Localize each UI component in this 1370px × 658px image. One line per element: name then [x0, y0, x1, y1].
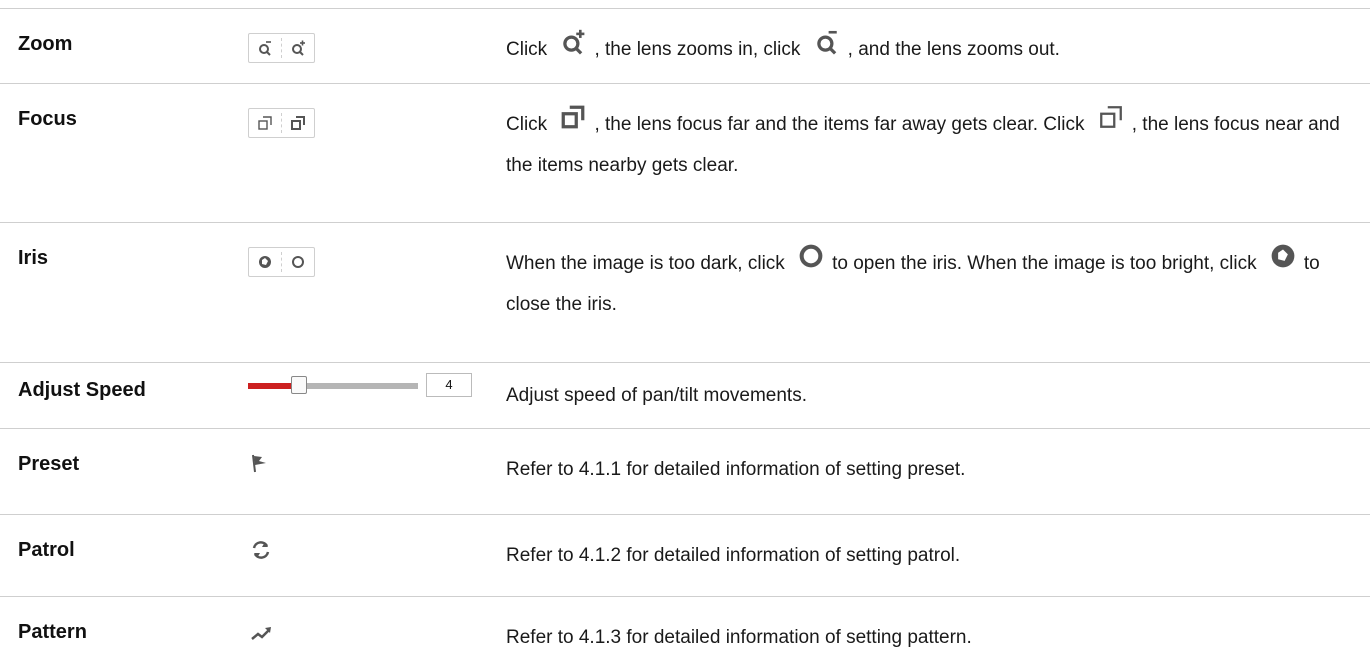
- table-row-patrol: Patrol Refer to 4.1.2 for detailed infor…: [0, 514, 1370, 597]
- zoom-in-icon: [560, 29, 586, 70]
- zoom-in-icon: [292, 40, 305, 56]
- speed-value-field[interactable]: 4: [426, 373, 472, 397]
- speed-slider[interactable]: 4: [248, 373, 472, 397]
- zoom-out-icon: [259, 41, 271, 56]
- patrol-button[interactable]: [250, 539, 272, 566]
- table-row-zoom: Zoom Click , the lens zooms in, click , …: [0, 8, 1370, 84]
- zoom-button-group: [248, 33, 315, 63]
- row-description: Refer to 4.1.3 for detailed information …: [506, 627, 972, 648]
- table-row-adjust-speed: Adjust Speed 4 Adjust speed of pan/tilt …: [0, 362, 1370, 429]
- table-row-iris: Iris When the image is too dark, click t…: [0, 222, 1370, 363]
- iris-close-icon: [1270, 243, 1296, 284]
- iris-close-button[interactable]: [249, 248, 281, 276]
- table-row-pattern: Pattern Refer to 4.1.3 for detailed info…: [0, 596, 1370, 649]
- preset-button[interactable]: [250, 453, 270, 478]
- row-label: Focus: [18, 108, 77, 130]
- row-label: Iris: [18, 247, 49, 269]
- speed-slider-track: [299, 383, 418, 389]
- row-label: Zoom: [18, 33, 73, 55]
- row-description: Refer to 4.1.2 for detailed information …: [506, 545, 961, 566]
- iris-button-group: [248, 247, 315, 277]
- iris-open-button[interactable]: [282, 248, 314, 276]
- focus-near-icon: [258, 116, 272, 130]
- row-description: Click , the lens focus far and the items…: [506, 104, 1356, 186]
- focus-far-icon: [291, 116, 305, 130]
- pattern-button[interactable]: [250, 623, 274, 648]
- flag-icon: [252, 454, 266, 473]
- row-description: Refer to 4.1.1 for detailed information …: [506, 459, 966, 480]
- focus-button-group: [248, 108, 315, 138]
- refresh-icon: [252, 541, 270, 559]
- focus-far-icon: [560, 104, 586, 145]
- focus-near-button[interactable]: [249, 109, 281, 137]
- row-label: Adjust Speed: [18, 379, 146, 401]
- zoom-out-icon: [814, 29, 840, 70]
- zoom-in-button[interactable]: [282, 34, 314, 62]
- row-label: Patrol: [18, 539, 75, 561]
- row-description: Adjust speed of pan/tilt movements.: [506, 385, 807, 406]
- trend-icon: [251, 627, 271, 640]
- row-description: Click , the lens zooms in, click , and t…: [506, 29, 1356, 70]
- iris-close-icon: [259, 256, 271, 268]
- zoom-out-button[interactable]: [249, 34, 281, 62]
- focus-far-button[interactable]: [282, 109, 314, 137]
- table-row-focus: Focus Click , the lens focus far and the…: [0, 83, 1370, 223]
- row-label: Preset: [18, 453, 80, 475]
- speed-slider-handle[interactable]: [291, 376, 307, 394]
- iris-open-icon: [292, 256, 304, 268]
- iris-open-icon: [798, 243, 824, 284]
- row-description: When the image is too dark, click to ope…: [506, 243, 1356, 325]
- focus-near-icon: [1098, 104, 1124, 145]
- row-label: Pattern: [18, 621, 87, 643]
- table-row-preset: Preset Refer to 4.1.1 for detailed infor…: [0, 428, 1370, 515]
